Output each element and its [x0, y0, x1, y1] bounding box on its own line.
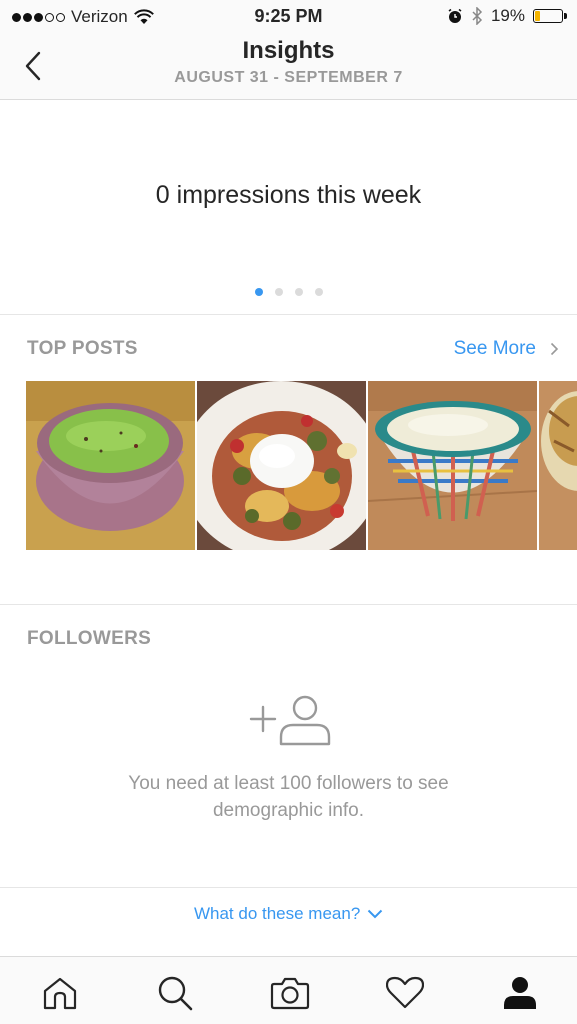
section-divider [0, 887, 577, 888]
home-icon [43, 977, 77, 1010]
impressions-count: 0 impressions this week [155, 181, 422, 209]
camera-icon [270, 977, 310, 1010]
tab-activity[interactable] [385, 973, 425, 1013]
what-do-these-mean-link[interactable]: What do these mean? [0, 903, 577, 924]
followers-message: You need at least 100 followers to see d… [0, 770, 577, 824]
tab-bar [0, 956, 577, 1024]
status-right: 19% [447, 6, 567, 26]
nav-header: Insights AUGUST 31 - SEPTEMBER 7 [0, 34, 577, 100]
date-range: AUGUST 31 - SEPTEMBER 7 [174, 69, 403, 86]
section-divider [0, 604, 577, 605]
status-bar: Verizon 9:25 PM 19% [0, 0, 577, 34]
top-posts-heading: TOP POSTS [27, 338, 138, 359]
battery-percent: 19% [490, 6, 525, 25]
page-dot [274, 288, 283, 296]
what-do-these-mean-label: What do these mean? [193, 903, 361, 923]
tab-camera[interactable] [270, 973, 310, 1013]
bluetooth-icon [472, 7, 483, 25]
tab-profile[interactable] [500, 973, 540, 1013]
post-thumbnail[interactable] [197, 381, 366, 550]
see-more-link[interactable]: See More [454, 338, 559, 360]
page-dot [314, 288, 323, 296]
impressions-carousel[interactable]: 0 impressions this week [0, 101, 577, 315]
add-person-icon [249, 692, 333, 751]
page-title: Insights [242, 37, 335, 64]
see-more-label: See More [453, 338, 536, 359]
followers-heading: FOLLOWERS [27, 628, 152, 649]
tab-search[interactable] [155, 973, 195, 1013]
battery-icon [533, 9, 567, 23]
profile-icon [504, 977, 536, 1009]
post-thumbnail[interactable] [368, 381, 537, 550]
post-thumbnail[interactable] [26, 381, 195, 550]
chevron-right-icon [550, 342, 559, 356]
top-posts-strip[interactable] [26, 381, 577, 550]
tab-home[interactable] [40, 973, 80, 1013]
chevron-down-icon [367, 909, 383, 918]
search-icon [158, 976, 193, 1011]
followers-message-text: You need at least 100 followers to see d… [128, 773, 449, 821]
page-dot [254, 288, 263, 296]
post-thumbnail[interactable] [539, 381, 577, 550]
page-indicator [0, 288, 577, 296]
alarm-icon [448, 8, 462, 23]
page-dot [294, 288, 303, 296]
heart-icon [386, 976, 424, 1009]
